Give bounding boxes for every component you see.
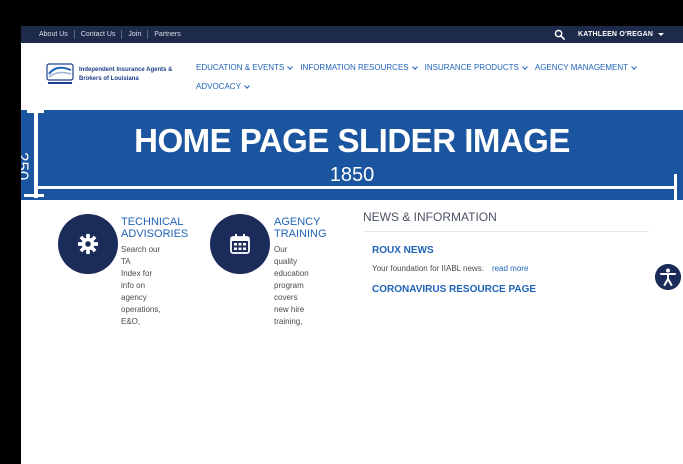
- search-icon[interactable]: [554, 29, 565, 40]
- height-dimension-line: [34, 110, 38, 198]
- logo-icon[interactable]: [44, 58, 76, 90]
- accessibility-icon[interactable]: [655, 264, 681, 290]
- top-utility-bar: About Us Contact Us Join Partners KATHLE…: [21, 26, 683, 43]
- news-heading: NEWS & INFORMATION: [363, 210, 497, 224]
- feature-title-line: ADVISORIES: [121, 228, 189, 240]
- feature-desc-line: education: [274, 269, 309, 278]
- chevron-down-icon: [631, 64, 637, 70]
- logo-line-1: Independent Insurance Agents &: [79, 67, 173, 73]
- feature-desc-line: operations, E&O,: [121, 305, 161, 326]
- top-link-contact-us[interactable]: Contact Us: [75, 30, 123, 39]
- nav-insurance-products[interactable]: INSURANCE PRODUCTS: [424, 63, 528, 73]
- web-page: About Us Contact Us Join Partners KATHLE…: [21, 26, 683, 464]
- slider-width-label: 1850: [329, 164, 375, 186]
- feature-description: Search our TA Index for info on agency o…: [121, 244, 161, 328]
- nav-label: INSURANCE PRODUCTS: [424, 63, 519, 72]
- logo-line-2: Brokers of Louisiana: [79, 76, 139, 82]
- dimension-tick: [24, 194, 44, 197]
- chevron-down-icon: [244, 83, 250, 89]
- slider-title: HOME PAGE SLIDER IMAGE: [134, 122, 570, 159]
- width-dimension-line: [35, 186, 675, 189]
- feature-desc-line: program covers: [274, 281, 304, 302]
- news-snippet: Your foundation for IIABL news. read more: [372, 264, 528, 273]
- user-menu[interactable]: KATHLEEN O'REGAN: [578, 26, 665, 43]
- nav-label: AGENCY MANAGEMENT: [534, 63, 629, 72]
- slider-height-label: 250: [21, 152, 32, 181]
- feature-desc-line: agency: [121, 293, 147, 302]
- nav-information-resources[interactable]: INFORMATION RESOURCES: [300, 63, 418, 73]
- user-name: KATHLEEN O'REGAN: [578, 31, 654, 38]
- feature-desc-line: new hire training,: [274, 305, 305, 326]
- news-snippet-text: Your foundation for IIABL news.: [372, 264, 484, 273]
- feature-description: Our quality education program covers new…: [274, 244, 309, 328]
- read-more-link[interactable]: read more: [492, 264, 528, 273]
- top-link-join[interactable]: Join: [122, 30, 149, 39]
- nav-education-events[interactable]: EDUCATION & EVENTS: [196, 63, 294, 73]
- feature-desc-line: Index for info on: [121, 269, 153, 290]
- main-nav: EDUCATION & EVENTS INFORMATION RESOURCES…: [196, 63, 666, 92]
- feature-desc-line: Our quality: [274, 245, 298, 266]
- news-item-coronavirus-resource-page[interactable]: CORONAVIRUS RESOURCE PAGE: [372, 284, 536, 295]
- nav-agency-management[interactable]: AGENCY MANAGEMENT: [534, 63, 637, 73]
- divider: [363, 231, 649, 232]
- nav-advocacy[interactable]: ADVOCACY: [196, 82, 250, 92]
- gear-icon: [77, 233, 99, 255]
- feature-title-line: TECHNICAL: [121, 216, 184, 228]
- feature-title-line: AGENCY: [274, 216, 321, 228]
- chevron-down-icon: [287, 64, 294, 70]
- dimension-tick: [674, 174, 677, 200]
- top-link-partners[interactable]: Partners: [148, 30, 186, 39]
- feature-title-line: TRAINING: [274, 228, 327, 240]
- caret-down-icon: [658, 33, 665, 36]
- top-link-about-us[interactable]: About Us: [33, 30, 75, 39]
- top-links: About Us Contact Us Join Partners: [33, 26, 187, 43]
- calendar-icon: [230, 234, 250, 254]
- chevron-down-icon: [411, 64, 418, 70]
- nav-label: ADVOCACY: [196, 82, 241, 91]
- nav-label: INFORMATION RESOURCES: [300, 63, 409, 72]
- feature-title: TECHNICAL ADVISORIES: [121, 216, 188, 240]
- screenshot-frame: About Us Contact Us Join Partners KATHLE…: [10, 9, 683, 464]
- news-item-roux-news[interactable]: ROUX NEWS: [372, 245, 434, 256]
- chevron-down-icon: [522, 64, 528, 70]
- feature-title: AGENCY TRAINING: [274, 216, 327, 240]
- nav-label: EDUCATION & EVENTS: [196, 63, 285, 72]
- feature-desc-line: Search our TA: [121, 245, 161, 266]
- logo-text[interactable]: Independent Insurance Agents & Brokers o…: [79, 66, 189, 84]
